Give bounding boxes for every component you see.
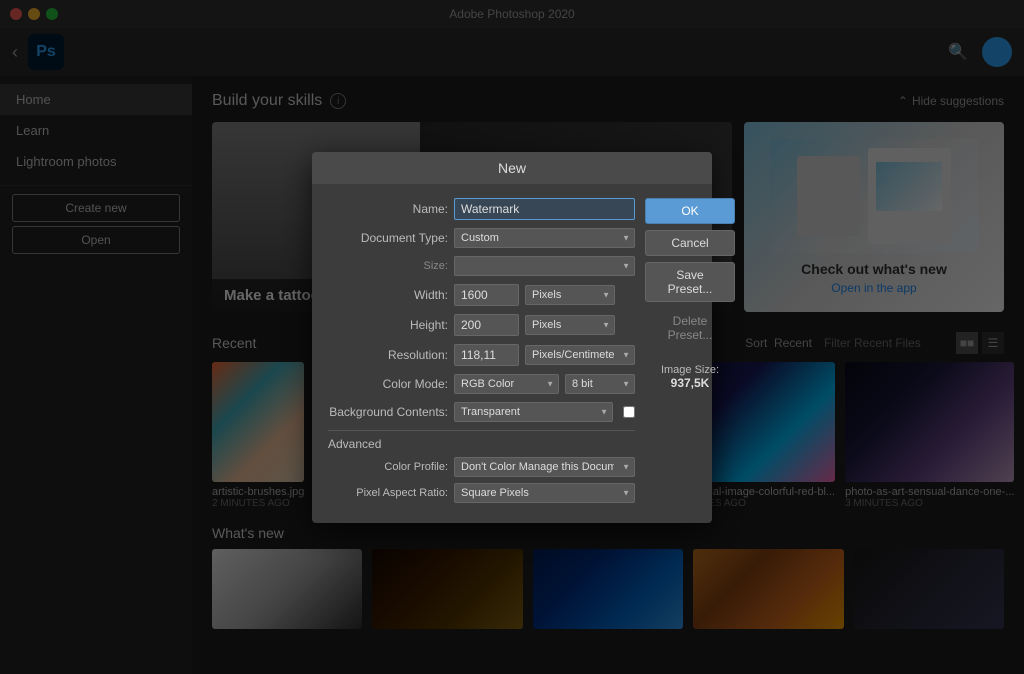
- bit-depth-wrapper: 8 bit 16 bit 32 bit: [565, 374, 635, 394]
- resolution-input[interactable]: [454, 344, 519, 366]
- pixel-aspect-row: Pixel Aspect Ratio: Square Pixels D1/DV …: [328, 483, 635, 503]
- name-row: Name:: [328, 198, 635, 220]
- size-row: Size:: [328, 256, 635, 276]
- color-mode-select[interactable]: RGB Color CMYK Color Grayscale: [454, 374, 559, 394]
- modal-backdrop: New Name: Document Type: Custom U.S. Pap…: [0, 0, 1024, 674]
- image-size-label: Image Size:: [645, 364, 735, 376]
- height-unit-select[interactable]: Pixels Inches Centimeters Millimeters: [525, 315, 615, 335]
- bg-contents-wrapper: Transparent White Background Color Black: [454, 402, 613, 422]
- bit-depth-select[interactable]: 8 bit 16 bit 32 bit: [565, 374, 635, 394]
- delete-preset-button[interactable]: Delete Preset...: [645, 308, 735, 348]
- modal-form: Name: Document Type: Custom U.S. Paper P…: [328, 198, 635, 509]
- document-type-select[interactable]: Custom U.S. Paper Photo Web Mobile Film …: [454, 228, 635, 248]
- new-document-modal: New Name: Document Type: Custom U.S. Pap…: [312, 152, 712, 523]
- modal-body: Name: Document Type: Custom U.S. Paper P…: [312, 184, 712, 523]
- image-size-info: Image Size: 937,5K: [645, 364, 735, 390]
- color-mode-label: Color Mode:: [328, 377, 448, 391]
- width-unit-select[interactable]: Pixels Inches Centimeters Millimeters: [525, 285, 615, 305]
- color-profile-wrapper: Don't Color Manage this Document sRGB IE…: [454, 457, 635, 477]
- color-profile-row: Color Profile: Don't Color Manage this D…: [328, 457, 635, 477]
- bg-color-checkbox[interactable]: [623, 406, 635, 418]
- cancel-button[interactable]: Cancel: [645, 230, 735, 256]
- resolution-label: Resolution:: [328, 348, 448, 362]
- width-input[interactable]: [454, 284, 519, 306]
- document-type-wrapper: Custom U.S. Paper Photo Web Mobile Film …: [454, 228, 635, 248]
- image-size-value: 937,5K: [645, 376, 735, 390]
- bg-contents-label: Background Contents:: [328, 405, 448, 419]
- size-wrapper: [454, 256, 635, 276]
- document-type-label: Document Type:: [328, 231, 448, 245]
- color-profile-label: Color Profile:: [328, 461, 448, 473]
- size-select[interactable]: [454, 256, 635, 276]
- save-preset-button[interactable]: Save Preset...: [645, 262, 735, 302]
- width-row: Width: Pixels Inches Centimeters Millime…: [328, 284, 635, 306]
- modal-title: New: [312, 152, 712, 184]
- resolution-row: Resolution: Pixels/Centimeter Pixels/Inc…: [328, 344, 635, 366]
- pixel-aspect-select[interactable]: Square Pixels D1/DV NTSC D1/DV PAL: [454, 483, 635, 503]
- height-input[interactable]: [454, 314, 519, 336]
- height-unit-wrapper: Pixels Inches Centimeters Millimeters: [525, 315, 615, 335]
- width-label: Width:: [328, 288, 448, 302]
- color-mode-row: Color Mode: RGB Color CMYK Color Graysca…: [328, 374, 635, 394]
- pixel-aspect-label: Pixel Aspect Ratio:: [328, 487, 448, 499]
- pixel-aspect-wrapper: Square Pixels D1/DV NTSC D1/DV PAL: [454, 483, 635, 503]
- advanced-section: Advanced Color Profile: Don't Color Mana…: [328, 430, 635, 503]
- document-type-row: Document Type: Custom U.S. Paper Photo W…: [328, 228, 635, 248]
- advanced-toggle[interactable]: Advanced: [328, 437, 381, 451]
- ok-button[interactable]: OK: [645, 198, 735, 224]
- color-mode-wrapper: RGB Color CMYK Color Grayscale: [454, 374, 559, 394]
- height-row: Height: Pixels Inches Centimeters Millim…: [328, 314, 635, 336]
- width-unit-wrapper: Pixels Inches Centimeters Millimeters: [525, 285, 615, 305]
- name-label: Name:: [328, 202, 448, 216]
- size-label: Size:: [328, 260, 448, 272]
- bg-contents-select[interactable]: Transparent White Background Color Black: [454, 402, 613, 422]
- modal-buttons: OK Cancel Save Preset... Delete Preset..…: [645, 198, 735, 509]
- height-label: Height:: [328, 318, 448, 332]
- bg-contents-row: Background Contents: Transparent White B…: [328, 402, 635, 422]
- name-input[interactable]: [454, 198, 635, 220]
- resolution-unit-wrapper: Pixels/Centimeter Pixels/Inch: [525, 345, 635, 365]
- resolution-unit-select[interactable]: Pixels/Centimeter Pixels/Inch: [525, 345, 635, 365]
- color-profile-select[interactable]: Don't Color Manage this Document sRGB IE…: [454, 457, 635, 477]
